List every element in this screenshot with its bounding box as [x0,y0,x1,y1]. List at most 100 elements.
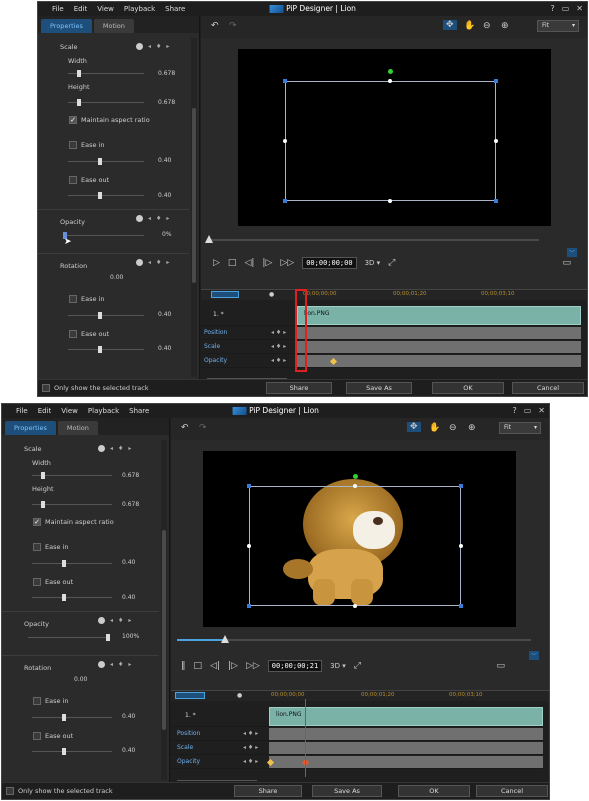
fullscreen-icon[interactable]: ⤢ [388,258,395,268]
zoom-out-icon[interactable]: ⊖ [449,423,457,433]
ease-out-checkbox[interactable]: Ease out [33,578,73,586]
corner-handle[interactable] [459,604,463,608]
previous-frame-icon[interactable]: ◁| [244,258,254,268]
rotation-ease-out-checkbox[interactable]: Ease out [33,732,73,740]
menu-view[interactable]: View [61,407,78,415]
reset-icon[interactable] [136,259,143,266]
zoom-fit-dropdown[interactable]: Fit ▾ [499,422,541,434]
menu-file[interactable]: File [52,5,64,13]
timeline-ruler[interactable]: ● 00;00;00;00 00;00;01;20 00;00;03;10 [201,290,587,300]
fullscreen-icon[interactable]: ⤢ [354,661,361,671]
object-bounding-box[interactable] [249,486,461,606]
edge-handle[interactable] [388,199,392,203]
width-slider[interactable] [68,70,144,77]
menu-edit[interactable]: Edit [38,407,52,415]
prev-keyframe-icon[interactable]: ◂ [148,259,151,266]
edge-handle[interactable] [494,139,498,143]
stop-icon[interactable]: □ [194,661,203,671]
only-selected-checkbox[interactable]: Only show the selected track [6,787,113,795]
add-keyframe-icon[interactable]: ♦ [118,661,123,668]
ease-out-checkbox[interactable]: Ease out [69,176,109,184]
undo-icon[interactable]: ↶ [211,21,219,31]
add-keyframe-icon[interactable]: ♦ [118,617,123,624]
maximize-icon[interactable]: ▭ [524,406,532,415]
height-slider[interactable] [32,501,112,508]
cancel-button[interactable]: Cancel [512,382,584,394]
clip-lion[interactable]: lion.PNG [269,707,543,726]
share-button[interactable]: Share [234,785,302,797]
redo-icon[interactable]: ↷ [229,21,237,31]
properties-scrollbar[interactable] [161,440,167,780]
reset-icon[interactable] [98,617,105,624]
rotation-handle[interactable] [388,69,393,74]
share-button[interactable]: Share [266,382,332,394]
ease-in-slider[interactable] [68,158,144,165]
edge-handle[interactable] [353,604,357,608]
cancel-button[interactable]: Cancel [476,785,548,797]
zoom-in-icon[interactable]: ⊕ [501,21,509,31]
keyframe-nav-icon[interactable]: ◂ ♦ ▸ [243,744,258,751]
add-keyframe-icon[interactable]: ♦ [156,215,161,222]
menu-share[interactable]: Share [165,5,185,13]
collapse-icon[interactable]: ﹀ [566,248,577,257]
ease-in-checkbox[interactable]: Ease in [69,141,104,149]
fast-forward-icon[interactable]: ▷▷ [280,258,294,268]
maximize-icon[interactable]: ▭ [562,4,570,13]
tab-motion[interactable]: Motion [57,421,98,435]
timecode-display[interactable]: 00;00;00;21 [267,660,323,672]
move-tool-icon[interactable]: ✥ [407,422,421,432]
next-keyframe-icon[interactable]: ▸ [128,617,131,624]
close-icon[interactable]: ✕ [576,4,583,13]
properties-scrollbar[interactable] [191,38,197,377]
rotation-ease-in-checkbox[interactable]: Ease in [69,295,104,303]
object-bounding-box[interactable] [285,81,496,201]
next-keyframe-icon[interactable]: ▸ [128,661,131,668]
menu-edit[interactable]: Edit [74,5,88,13]
reset-icon[interactable] [136,43,143,50]
menu-playback[interactable]: Playback [88,407,119,415]
3d-mode-dropdown[interactable]: 3D ▾ [365,259,381,267]
menu-file[interactable]: File [16,407,28,415]
prev-keyframe-icon[interactable]: ◂ [148,215,151,222]
edge-handle[interactable] [459,544,463,548]
marker-icon[interactable]: ● [269,291,274,298]
prev-keyframe-icon[interactable]: ◂ [110,445,113,452]
corner-handle[interactable] [283,79,287,83]
hand-tool-icon[interactable]: ✋ [464,21,475,31]
preview-canvas[interactable] [238,49,551,226]
prev-keyframe-icon[interactable]: ◂ [110,617,113,624]
close-icon[interactable]: ✕ [538,406,545,415]
redo-icon[interactable]: ↷ [199,423,207,433]
prev-keyframe-icon[interactable]: ◂ [110,661,113,668]
previous-frame-icon[interactable]: ◁| [210,661,220,671]
rotation-ease-out-slider[interactable] [68,346,144,353]
maintain-aspect-checkbox[interactable]: ✓ Maintain aspect ratio [33,518,114,526]
edge-handle[interactable] [283,139,287,143]
seek-bar[interactable] [177,635,531,643]
zoom-in-icon[interactable]: ⊕ [468,423,476,433]
marker-icon[interactable]: ● [237,692,242,699]
corner-handle[interactable] [459,484,463,488]
help-icon[interactable]: ? [550,4,554,13]
clip-lion[interactable]: lion.PNG [297,306,581,325]
zoom-fit-dropdown[interactable]: Fit ▾ [537,20,579,32]
stop-icon[interactable]: □ [228,258,237,268]
keyframe-nav-icon[interactable]: ◂ ♦ ▸ [243,730,258,737]
reset-icon[interactable] [98,445,105,452]
next-keyframe-icon[interactable]: ▸ [166,43,169,50]
reset-icon[interactable] [98,661,105,668]
collapse-icon[interactable]: ﹀ [528,651,539,660]
ease-in-checkbox[interactable]: Ease in [33,543,68,551]
preview-canvas[interactable] [203,451,516,627]
corner-handle[interactable] [247,604,251,608]
timecode-display[interactable]: 00;00;00;00 [302,257,357,269]
menu-view[interactable]: View [97,5,114,13]
ease-out-slider[interactable] [68,192,144,199]
ok-button[interactable]: OK [398,785,470,797]
corner-handle[interactable] [494,199,498,203]
corner-handle[interactable] [283,199,287,203]
safe-zone-icon[interactable]: ▭ [496,661,505,671]
ok-button[interactable]: OK [432,382,504,394]
tab-properties[interactable]: Properties [41,19,92,33]
height-slider[interactable] [68,99,144,106]
